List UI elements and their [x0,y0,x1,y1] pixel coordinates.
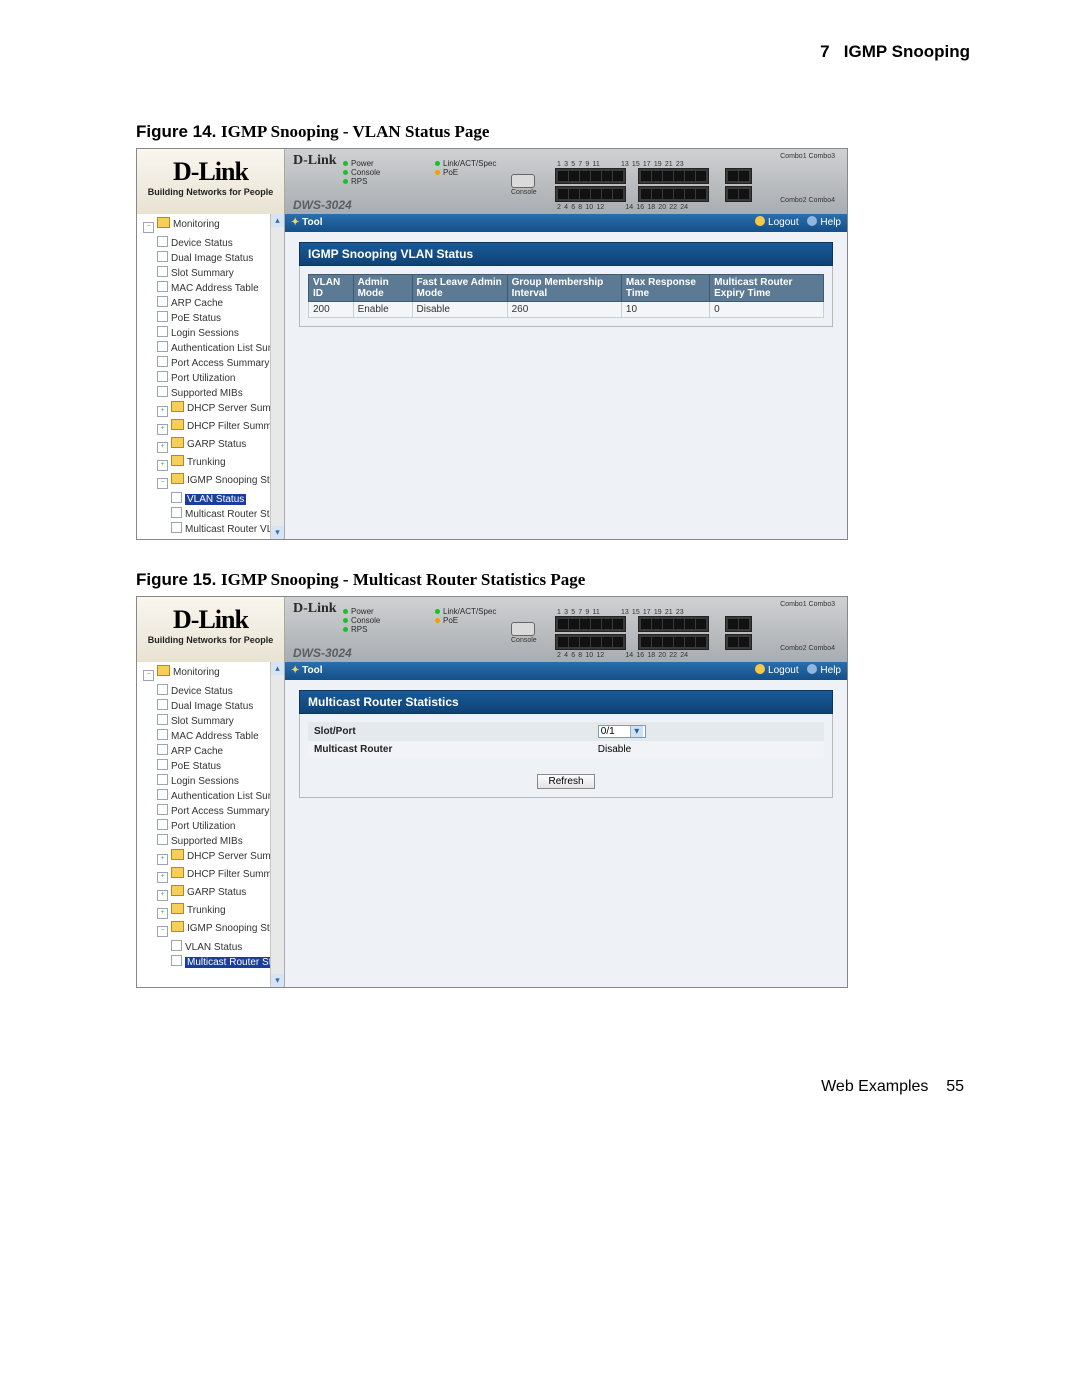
figure14-caption: Figure 14. IGMP Snooping - VLAN Status P… [136,122,964,142]
nav-dual-image-status[interactable]: Dual Image Status [157,250,284,265]
nav-poe-status[interactable]: PoE Status [157,310,284,325]
nav-device-status[interactable]: Device Status [157,683,284,698]
console-port-icon [511,174,535,188]
nav-port-utilization[interactable]: Port Utilization [157,370,284,385]
nav-poe-status[interactable]: PoE Status [157,758,284,773]
nav-scrollbar[interactable]: ▴ ▾ [270,214,284,539]
slot-port-select[interactable]: 0/1▾ [598,725,646,738]
nav-mac-address-table[interactable]: MAC Address Table [157,280,284,295]
nav-tree[interactable]: ▴ ▾ Monitoring Device Status Dual Image … [137,214,285,539]
scroll-up-icon[interactable]: ▴ [271,662,284,675]
chevron-down-icon: ▾ [630,726,643,737]
toolbar: Tool Logout Help [285,662,847,680]
nav-root-monitoring[interactable]: Monitoring Device Status Dual Image Stat… [143,216,284,538]
nav-dhcp-filter-summary[interactable]: DHCP Filter Summary [157,866,284,884]
brand-area: D-Link Building Networks for People [137,149,285,214]
nav-garp-status[interactable]: GARP Status [157,884,284,902]
status-leds: Power Console RPS [343,159,380,186]
nav-auth-list-summary[interactable]: Authentication List Sum [157,340,284,355]
nav-port-utilization[interactable]: Port Utilization [157,818,284,833]
scroll-up-icon[interactable]: ▴ [271,214,284,227]
nav-multicast-router-sta[interactable]: Multicast Router Sta [171,506,284,521]
nav-mac-address-table[interactable]: MAC Address Table [157,728,284,743]
screenshot-vlan-status: D-Link Building Networks for People D-Li… [136,148,848,540]
nav-multicast-router-vl[interactable]: Multicast Router VL [171,521,284,536]
nav-arp-cache[interactable]: ARP Cache [157,743,284,758]
port-diagram: 1357911131517192123 24681012141618202224… [555,161,837,203]
section-number: 7 [820,42,829,61]
toolbar: Tool Logout Help [285,214,847,232]
label-multicast-router: Multicast Router [308,741,592,758]
scroll-down-icon[interactable]: ▾ [271,974,284,987]
nav-auth-list-summary[interactable]: Authentication List Sum [157,788,284,803]
page-header: 7 IGMP Snooping [130,42,970,62]
dlink-logo: D-Link [137,149,284,187]
logout-button[interactable]: Logout [755,665,799,676]
nav-login-sessions[interactable]: Login Sessions [157,325,284,340]
mrs-form-table: Slot/Port 0/1▾ Multicast Router Disable [308,722,824,758]
nav-dual-image-status[interactable]: Dual Image Status [157,698,284,713]
vlan-status-table: VLAN ID Admin Mode Fast Leave Admin Mode… [308,274,824,318]
nav-arp-cache[interactable]: ARP Cache [157,295,284,310]
nav-scrollbar[interactable]: ▴ ▾ [270,662,284,987]
brand-tagline: Building Networks for People [137,187,284,197]
nav-supported-mibs[interactable]: Supported MIBs [157,385,284,400]
nav-igmp-snooping-status[interactable]: IGMP Snooping Status VLAN Status Multica… [157,920,284,970]
nav-root-monitoring[interactable]: Monitoring Device Status Dual Image Stat… [143,664,284,971]
tool-menu[interactable]: Tool [291,217,323,228]
help-button[interactable]: Help [807,665,841,676]
nav-igmp-snooping-status[interactable]: IGMP Snooping Status VLAN Status Multica… [157,472,284,537]
nav-dhcp-server-summary[interactable]: DHCP Server Summar [157,400,284,418]
nav-vlan-status[interactable]: VLAN Status [171,939,284,954]
content-vlan-status: IGMP Snooping VLAN Status VLAN ID Admin … [285,232,847,539]
tool-menu[interactable]: Tool [291,665,323,676]
help-button[interactable]: Help [807,217,841,228]
nav-port-access-summary[interactable]: Port Access Summary [157,803,284,818]
device-panel: D-Link DWS-3024 PowerConsoleRPS Link/ACT… [285,597,847,663]
section-title: IGMP Snooping [844,42,970,61]
nav-trunking[interactable]: Trunking [157,902,284,920]
nav-trunking[interactable]: Trunking [157,454,284,472]
screenshot-multicast-router-statistics: D-Link Building Networks for People D-Li… [136,596,848,988]
refresh-button[interactable]: Refresh [537,774,594,789]
panel-title: IGMP Snooping VLAN Status [299,242,833,266]
scroll-down-icon[interactable]: ▾ [271,526,284,539]
label-slot-port: Slot/Port [308,722,592,741]
nav-vlan-status[interactable]: VLAN Status [171,491,284,506]
page-footer: Web Examples 55 [130,1078,970,1096]
content-multicast-router-statistics: Multicast Router Statistics Slot/Port 0/… [285,680,847,987]
value-multicast-router: Disable [592,741,824,758]
nav-login-sessions[interactable]: Login Sessions [157,773,284,788]
nav-supported-mibs[interactable]: Supported MIBs [157,833,284,848]
nav-dhcp-server-summary[interactable]: DHCP Server Summar [157,848,284,866]
console-port-icon [511,622,535,636]
nav-slot-summary[interactable]: Slot Summary [157,713,284,728]
nav-port-access-summary[interactable]: Port Access Summary [157,355,284,370]
brand-area: D-Link Building Networks for People [137,597,285,662]
nav-garp-status[interactable]: GARP Status [157,436,284,454]
panel-title: Multicast Router Statistics [299,690,833,714]
logout-button[interactable]: Logout [755,217,799,228]
nav-dhcp-filter-summary[interactable]: DHCP Filter Summary [157,418,284,436]
device-panel: D-Link DWS-3024 Power Console RPS Link/A… [285,149,847,215]
nav-multicast-router-sta[interactable]: Multicast Router Sta [171,954,284,969]
nav-tree[interactable]: ▴ ▾ Monitoring Device Status Dual Image … [137,662,285,987]
table-row: 200 Enable Disable 260 10 0 [309,302,824,318]
nav-slot-summary[interactable]: Slot Summary [157,265,284,280]
figure15-caption: Figure 15. IGMP Snooping - Multicast Rou… [136,570,964,590]
nav-device-status[interactable]: Device Status [157,235,284,250]
